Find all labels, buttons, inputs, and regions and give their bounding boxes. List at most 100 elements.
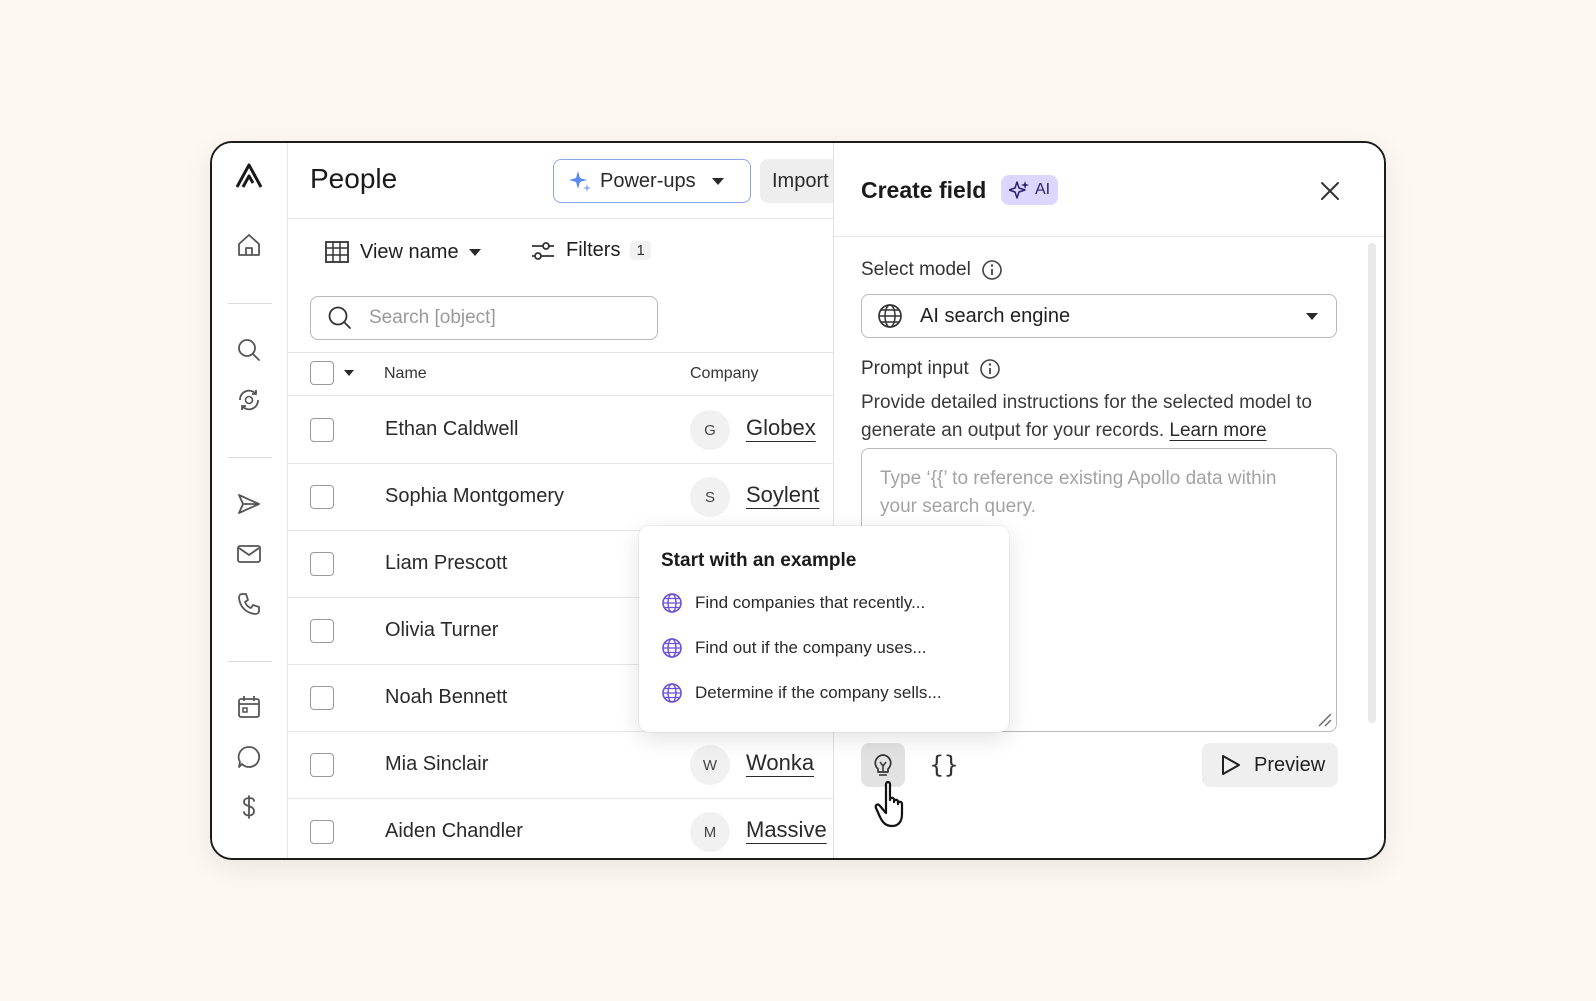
panel-header: Create field AI — [834, 143, 1384, 237]
example-item-label: Find out if the company uses... — [695, 638, 927, 657]
globe-icon — [661, 637, 683, 659]
select-model-label-row: Select model — [861, 259, 1003, 281]
row-checkbox[interactable] — [310, 820, 334, 844]
globe-icon — [661, 592, 683, 614]
list-header: People Power-ups Import — [288, 143, 843, 219]
ai-badge: AI — [1001, 175, 1059, 205]
phone-icon[interactable] — [234, 589, 264, 619]
preview-button[interactable]: Preview — [1202, 743, 1338, 787]
column-header-name[interactable]: Name — [384, 365, 427, 383]
search-icon — [327, 305, 353, 331]
prompt-input-label-row: Prompt input — [861, 358, 1001, 380]
company-avatar: S — [690, 477, 730, 517]
person-name[interactable]: Noah Bennett — [385, 686, 507, 709]
model-select-value: AI search engine — [920, 304, 1071, 327]
sidebar-divider — [228, 661, 272, 662]
table-header: Name Company — [288, 352, 843, 396]
lightbulb-icon — [870, 752, 896, 778]
ai-badge-label: AI — [1035, 181, 1051, 198]
example-item[interactable]: Find out if the company uses... — [661, 637, 927, 659]
table-grid-icon — [324, 239, 350, 265]
filters-count-badge: 1 — [630, 241, 651, 260]
row-checkbox[interactable] — [310, 753, 334, 777]
sidebar-divider — [228, 457, 272, 458]
insert-variable-button[interactable]: {} — [922, 743, 966, 787]
search-input[interactable] — [369, 307, 619, 329]
sidebar — [212, 143, 288, 858]
row-checkbox[interactable] — [310, 552, 334, 576]
company-link[interactable]: Massive — [746, 817, 827, 843]
company-avatar: G — [690, 410, 730, 450]
table-row[interactable]: Sophia Montgomery S Soylent — [288, 464, 843, 531]
row-checkbox[interactable] — [310, 686, 334, 710]
company-link[interactable]: Globex — [746, 415, 816, 441]
prompt-description: Provide detailed instructions for the se… — [861, 389, 1341, 445]
caret-down-icon — [1306, 313, 1318, 320]
import-label: Import — [772, 169, 829, 192]
filter-sliders-icon — [530, 240, 556, 262]
chat-icon[interactable] — [234, 742, 264, 772]
person-name[interactable]: Aiden Chandler — [385, 820, 523, 843]
prompt-input-label: Prompt input — [861, 358, 969, 379]
example-item-label: Determine if the company sells... — [695, 683, 942, 702]
view-name-label: View name — [360, 240, 459, 263]
learn-more-link[interactable]: Learn more — [1169, 420, 1266, 441]
sparkle-icon — [568, 169, 592, 193]
panel-scrollbar[interactable] — [1368, 243, 1376, 723]
filters-button[interactable]: Filters 1 — [530, 239, 651, 262]
person-name[interactable]: Mia Sinclair — [385, 753, 488, 776]
row-checkbox[interactable] — [310, 619, 334, 643]
send-icon[interactable] — [234, 489, 264, 519]
search-icon[interactable] — [234, 335, 264, 365]
powerups-button[interactable]: Power-ups — [553, 159, 751, 203]
globe-icon — [876, 302, 904, 330]
person-name[interactable]: Liam Prescott — [385, 552, 507, 575]
sidebar-divider — [228, 303, 272, 304]
table-row[interactable]: Ethan Caldwell G Globex — [288, 397, 843, 464]
example-item[interactable]: Find companies that recently... — [661, 592, 925, 614]
home-icon[interactable] — [234, 230, 264, 260]
example-item[interactable]: Determine if the company sells... — [661, 682, 942, 704]
app-window: People Power-ups Import View name Filter… — [210, 141, 1386, 860]
close-button[interactable] — [1317, 178, 1343, 204]
people-list-area: People Power-ups Import View name Filter… — [288, 143, 843, 858]
search-field[interactable] — [310, 296, 658, 340]
filters-label: Filters — [566, 239, 621, 261]
create-field-panel: Create field AI Select model AI search e… — [833, 143, 1384, 858]
apollo-logo-icon[interactable] — [234, 161, 264, 191]
view-selector[interactable]: View name — [324, 239, 481, 265]
dollar-icon[interactable] — [234, 792, 264, 822]
info-icon[interactable] — [981, 259, 1003, 281]
import-button[interactable]: Import — [760, 159, 843, 203]
globe-icon — [661, 682, 683, 704]
close-icon — [1321, 182, 1339, 200]
column-header-company[interactable]: Company — [690, 365, 758, 383]
hand-pointer-cursor-icon — [874, 780, 918, 830]
play-icon — [1218, 753, 1242, 777]
view-toolbar: View name Filters 1 — [288, 219, 843, 289]
row-checkbox[interactable] — [310, 485, 334, 509]
caret-down-icon — [711, 177, 724, 185]
select-all-checkbox[interactable] — [310, 361, 334, 385]
ai-sparkle-icon — [1009, 179, 1031, 201]
table-row[interactable]: Mia Sinclair W Wonka — [288, 732, 843, 799]
person-name[interactable]: Sophia Montgomery — [385, 485, 564, 508]
table-row[interactable]: Aiden Chandler M Massive — [288, 799, 843, 858]
powerups-label: Power-ups — [600, 169, 696, 192]
row-checkbox[interactable] — [310, 418, 334, 442]
calendar-icon[interactable] — [234, 692, 264, 722]
select-all-control[interactable] — [310, 361, 354, 385]
panel-title: Create field — [861, 177, 987, 203]
person-name[interactable]: Ethan Caldwell — [385, 418, 518, 441]
preview-label: Preview — [1254, 753, 1326, 776]
model-select[interactable]: AI search engine — [861, 294, 1337, 338]
example-dropdown: Start with an example Find companies tha… — [639, 526, 1009, 732]
caret-down-icon[interactable] — [344, 370, 354, 376]
person-name[interactable]: Olivia Turner — [385, 619, 498, 642]
info-icon[interactable] — [979, 358, 1001, 380]
mail-icon[interactable] — [234, 539, 264, 569]
company-link[interactable]: Soylent — [746, 482, 819, 508]
company-link[interactable]: Wonka — [746, 750, 814, 776]
refresh-search-icon[interactable] — [234, 385, 264, 415]
resize-handle-icon[interactable] — [1316, 711, 1332, 727]
